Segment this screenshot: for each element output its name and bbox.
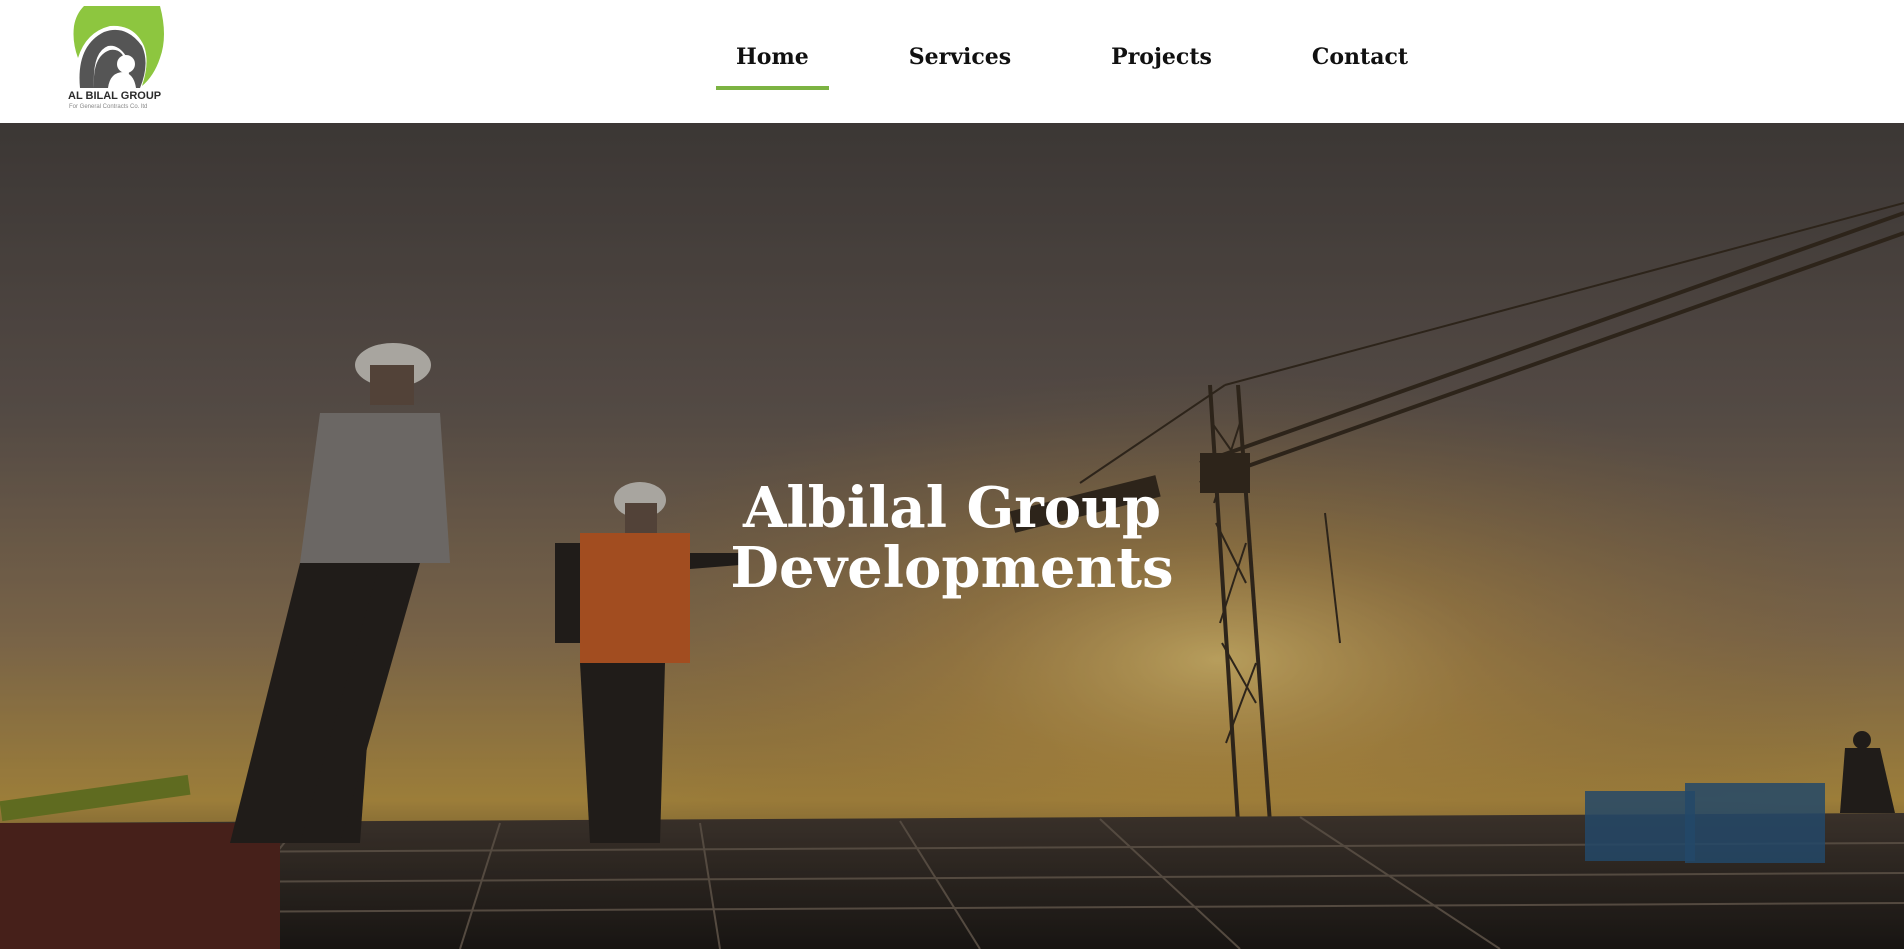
nav-contact[interactable]: Contact <box>1292 34 1428 84</box>
hero-section: Albilal Group Developments <box>0 123 1904 949</box>
logo-name: AL BILAL GROUP <box>68 90 162 102</box>
logo-tagline: For General Contracts Co. ltd <box>69 104 148 110</box>
hero-title-line1: Albilal Group <box>742 475 1162 541</box>
brand-logo[interactable]: AL BILAL GROUP For General Contracts Co.… <box>64 6 174 114</box>
nav-projects[interactable]: Projects <box>1091 34 1232 84</box>
site-header: AL BILAL GROUP For General Contracts Co.… <box>0 0 1904 123</box>
main-nav: Home Services Projects Contact <box>716 34 1488 90</box>
hero-title-line2: Developments <box>730 535 1174 601</box>
logo-mark-icon <box>73 6 164 88</box>
nav-home[interactable]: Home <box>716 34 829 90</box>
hero-title: Albilal Group Developments <box>0 478 1904 598</box>
nav-services[interactable]: Services <box>889 34 1031 84</box>
